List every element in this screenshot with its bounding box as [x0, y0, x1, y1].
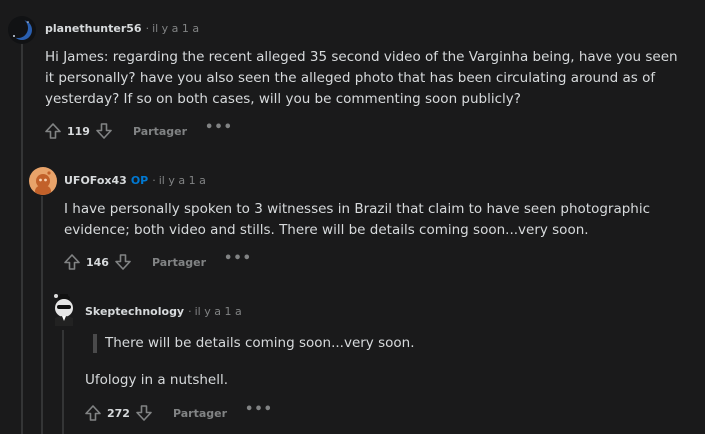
comment-body: Hi James: regarding the recent alleged 3… — [45, 49, 678, 107]
comment-meta: planethunter56 · il y a 1 a — [45, 22, 199, 35]
arrow-down-icon — [96, 123, 112, 139]
op-badge: OP — [130, 174, 149, 187]
comment-body: Ufology in a nutshell. — [85, 372, 229, 388]
comment-actions: 272 Partager ••• — [82, 402, 273, 424]
share-button[interactable]: Partager — [133, 125, 187, 138]
username[interactable]: Skeptechnology — [85, 305, 184, 318]
comment-meta: UFOFox43 OP · il y a 1 a — [64, 174, 206, 187]
thread-line[interactable] — [41, 196, 43, 434]
separator: · — [145, 22, 150, 35]
vote-score: 119 — [67, 124, 90, 138]
moon-avatar-icon[interactable] — [8, 16, 36, 44]
thread-line[interactable] — [21, 40, 23, 434]
vote-score: 146 — [86, 255, 109, 269]
downvote-button[interactable] — [93, 120, 115, 142]
arrow-down-icon — [115, 254, 131, 270]
more-options-button[interactable]: ••• — [205, 121, 233, 134]
comment-actions: 146 Partager ••• — [61, 251, 252, 273]
snoo-tuxedo-avatar-icon[interactable] — [49, 292, 79, 326]
blockquote: There will be details coming soon...very… — [93, 334, 665, 353]
vote-score: 272 — [107, 406, 130, 420]
separator: · — [188, 305, 192, 318]
comment-actions: 119 Partager ••• — [42, 120, 233, 142]
comment-meta: Skeptechnology · il y a 1 a — [85, 305, 242, 318]
upvote-button[interactable] — [61, 251, 83, 273]
arrow-up-icon — [45, 123, 61, 139]
username[interactable]: UFOFox43 — [64, 174, 127, 187]
username[interactable]: planethunter56 — [45, 22, 142, 35]
more-options-button[interactable]: ••• — [224, 252, 252, 265]
arrow-up-icon — [85, 405, 101, 421]
upvote-button[interactable] — [82, 402, 104, 424]
thread-line[interactable] — [62, 330, 64, 434]
timestamp[interactable]: il y a 1 a — [195, 305, 242, 318]
timestamp[interactable]: il y a 1 a — [159, 174, 206, 187]
more-options-button[interactable]: ••• — [245, 403, 273, 416]
share-button[interactable]: Partager — [173, 407, 227, 420]
comment-body: I have personally spoken to 3 witnesses … — [64, 201, 651, 238]
comment-thread: planethunter56 · il y a 1 a Hi James: re… — [0, 0, 705, 434]
separator: · — [152, 174, 156, 187]
share-button[interactable]: Partager — [152, 256, 206, 269]
timestamp[interactable]: il y a 1 a — [152, 22, 199, 35]
downvote-button[interactable] — [133, 402, 155, 424]
arrow-up-icon — [64, 254, 80, 270]
downvote-button[interactable] — [112, 251, 134, 273]
arrow-down-icon — [136, 405, 152, 421]
snoo-orange-avatar-icon[interactable] — [29, 167, 57, 195]
upvote-button[interactable] — [42, 120, 64, 142]
